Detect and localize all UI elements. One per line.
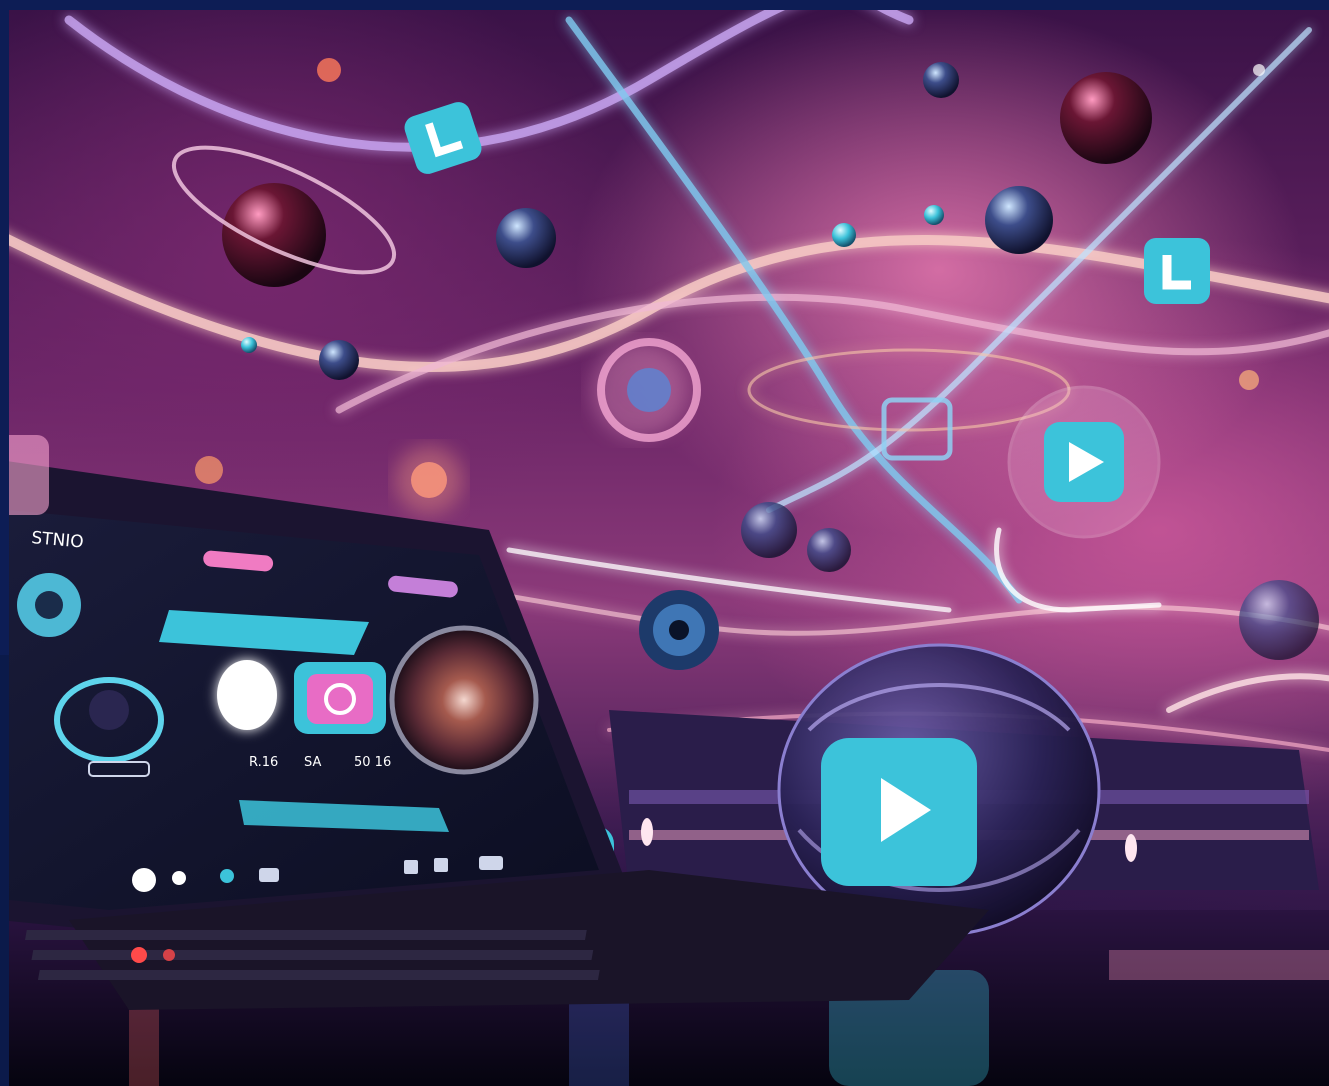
- navy-left-border: [0, 0, 9, 655]
- letter-l-tile-icon: [404, 102, 482, 174]
- readout-2: SA: [304, 755, 321, 770]
- image-frame: STNIO R.16 SA 50 16: [0, 0, 1329, 1086]
- scene-illustration: STNIO R.16 SA 50 16: [9, 10, 1329, 1086]
- readout-1: R.16: [249, 755, 278, 770]
- letter-l-tile-icon: [1144, 238, 1210, 304]
- scene: STNIO R.16 SA 50 16: [9, 10, 1329, 1086]
- edge-tile: [9, 435, 49, 515]
- readout-3: 50 16: [354, 755, 391, 770]
- navy-top-border: [0, 0, 1329, 10]
- play-d-bubble-icon: [1007, 385, 1161, 539]
